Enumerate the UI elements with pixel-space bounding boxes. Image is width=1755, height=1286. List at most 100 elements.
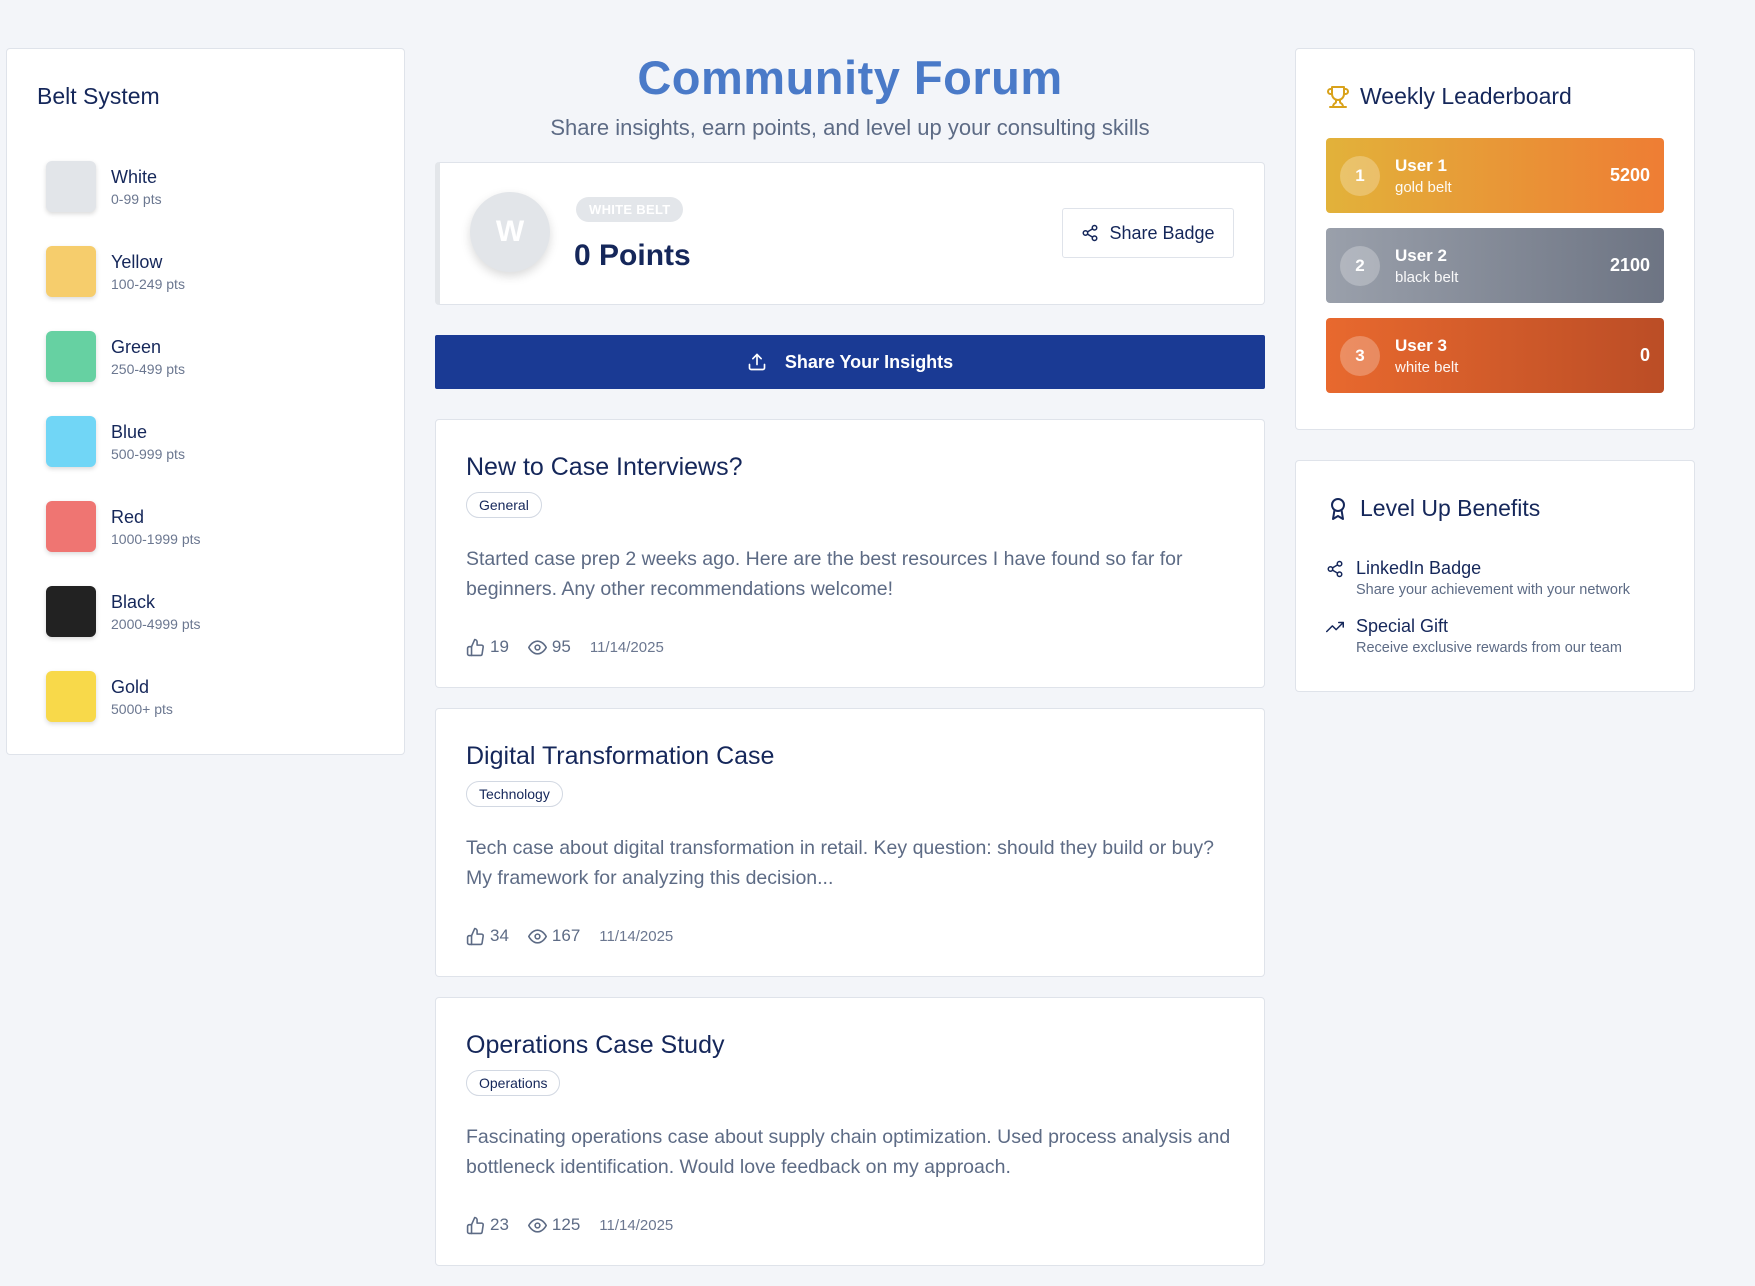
post-card[interactable]: Operations Case Study Operations Fascina… xyxy=(435,997,1265,1266)
post-title[interactable]: New to Case Interviews? xyxy=(466,453,1234,482)
leader-belt: gold belt xyxy=(1395,178,1452,196)
post-title[interactable]: Digital Transformation Case xyxy=(466,742,1234,771)
belt-item-white: White 0-99 pts xyxy=(37,144,374,229)
leader-score: 2100 xyxy=(1609,255,1650,275)
belt-range: 500-999 pts xyxy=(111,445,185,462)
views: 95 xyxy=(527,637,571,657)
leader-score: 5200 xyxy=(1609,165,1650,185)
trophy-icon xyxy=(1327,85,1349,108)
eye-icon xyxy=(527,928,547,944)
belt-item-red: Red 1000-1999 pts xyxy=(37,484,374,569)
post-body: Fascinating operations case about supply… xyxy=(466,1126,1231,1178)
page: Belt System White 0-99 pts Yellow 100-24… xyxy=(0,0,1755,1286)
like-button[interactable]: 19 xyxy=(466,637,509,657)
leader-belt: black belt xyxy=(1395,268,1459,286)
benefit-title: LinkedIn Badge xyxy=(1356,558,1482,578)
main-column: Community Forum Share insights, earn poi… xyxy=(435,0,1265,1266)
thumbs-up-icon xyxy=(466,927,484,945)
post-meta: 23 125 11/14/2025 xyxy=(466,1215,673,1235)
belt-swatch-red xyxy=(46,501,96,552)
leader-belt: white belt xyxy=(1395,358,1459,376)
post-body: Started case prep 2 weeks ago. Here are … xyxy=(466,548,1183,600)
belt-name: White xyxy=(111,166,158,187)
profile-card: W WHITE BELT 0 Points Share Badge xyxy=(435,162,1265,305)
post-card[interactable]: Digital Transformation Case Technology T… xyxy=(435,708,1265,977)
rank-badge: 1 xyxy=(1340,155,1380,196)
belt-swatch-green xyxy=(46,331,96,382)
views: 125 xyxy=(527,1215,581,1235)
page-subtitle: Share insights, earn points, and level u… xyxy=(550,115,1150,140)
post-card[interactable]: New to Case Interviews? General Started … xyxy=(435,419,1265,688)
leaderboard-title: Weekly Leaderboard xyxy=(1360,83,1572,109)
belt-swatch-blue xyxy=(46,416,96,467)
belt-name: Yellow xyxy=(111,251,163,272)
benefit-special-gift: Special Gift Receive exclusive rewards f… xyxy=(1326,616,1664,656)
benefit-desc: Receive exclusive rewards from our team xyxy=(1356,640,1622,656)
rank-badge: 3 xyxy=(1340,335,1380,376)
belt-swatch-yellow xyxy=(46,246,96,297)
points-display: 0 Points xyxy=(574,239,691,272)
like-count: 34 xyxy=(490,926,509,945)
views: 167 xyxy=(527,926,581,946)
belt-swatch-white xyxy=(46,161,96,212)
share-icon xyxy=(1327,560,1343,578)
upload-icon xyxy=(748,353,766,371)
eye-icon xyxy=(527,639,547,655)
belt-range: 1000-1999 pts xyxy=(111,530,201,547)
like-button[interactable]: 23 xyxy=(466,1215,509,1235)
leader-name: User 2 xyxy=(1395,245,1447,265)
leaderboard-card: Weekly Leaderboard 1 User 1 gold belt 52… xyxy=(1295,48,1695,430)
page-title: Community Forum xyxy=(637,51,1063,104)
trending-up-icon xyxy=(1326,621,1344,633)
leader-score: 0 xyxy=(1639,345,1650,365)
belt-item-yellow: Yellow 100-249 pts xyxy=(37,229,374,314)
leader-name: User 1 xyxy=(1395,155,1447,175)
like-button[interactable]: 34 xyxy=(466,926,509,946)
share-insights-label: Share Your Insights xyxy=(784,351,954,372)
post-date: 11/14/2025 xyxy=(599,1216,674,1234)
belt-range: 5000+ pts xyxy=(111,700,173,717)
avatar: W xyxy=(470,192,550,272)
leaderboard-row[interactable]: 2 User 2 black belt 2100 xyxy=(1326,228,1664,303)
like-count: 19 xyxy=(490,637,509,656)
rank-badge: 2 xyxy=(1340,245,1380,286)
share-badge-button[interactable]: Share Badge xyxy=(1062,208,1234,258)
belt-range: 0-99 pts xyxy=(111,190,162,207)
belt-range: 100-249 pts xyxy=(111,275,185,292)
belt-item-black: Black 2000-4999 pts xyxy=(37,569,374,654)
like-count: 23 xyxy=(490,1215,509,1234)
belt-system-title: Belt System xyxy=(37,83,160,109)
eye-icon xyxy=(527,1217,547,1233)
belt-item-gold: Gold 5000+ pts xyxy=(37,654,374,739)
leaderboard-list: 1 User 1 gold belt 5200 2 User 2 black b… xyxy=(1326,138,1664,393)
post-tag[interactable]: Operations xyxy=(466,1070,561,1096)
benefits-list: LinkedIn Badge Share your achievement wi… xyxy=(1326,558,1664,656)
view-count: 95 xyxy=(551,637,571,656)
share-insights-button[interactable]: Share Your Insights xyxy=(435,335,1265,389)
belt-name: Blue xyxy=(111,421,148,442)
share-badge-label: Share Badge xyxy=(1109,222,1215,243)
belt-swatch-black xyxy=(46,586,96,637)
share-icon xyxy=(1082,224,1098,242)
belt-list: White 0-99 pts Yellow 100-249 pts Green … xyxy=(37,144,374,739)
leaderboard-row[interactable]: 3 User 3 white belt 0 xyxy=(1326,318,1664,393)
post-body: Tech case about digital transformation i… xyxy=(466,837,1214,889)
benefit-linkedin-badge: LinkedIn Badge Share your achievement wi… xyxy=(1326,558,1664,598)
post-meta: 34 167 11/14/2025 xyxy=(466,926,673,946)
belt-name: Black xyxy=(111,591,156,612)
post-tag[interactable]: General xyxy=(466,492,542,518)
view-count: 125 xyxy=(551,1215,581,1234)
benefit-desc: Share your achievement with your network xyxy=(1356,582,1631,598)
belt-system-card: Belt System White 0-99 pts Yellow 100-24… xyxy=(6,48,405,755)
belt-name: Red xyxy=(111,506,145,527)
benefits-card: Level Up Benefits LinkedIn Badge Share y… xyxy=(1295,460,1695,692)
leader-name: User 3 xyxy=(1395,335,1447,355)
benefits-title: Level Up Benefits xyxy=(1360,495,1541,521)
post-title[interactable]: Operations Case Study xyxy=(466,1031,1234,1060)
leaderboard-row[interactable]: 1 User 1 gold belt 5200 xyxy=(1326,138,1664,213)
post-meta: 19 95 11/14/2025 xyxy=(466,637,664,657)
view-count: 167 xyxy=(551,926,581,945)
award-icon xyxy=(1331,497,1345,520)
post-tag[interactable]: Technology xyxy=(466,781,563,807)
belt-name: Gold xyxy=(111,676,150,697)
